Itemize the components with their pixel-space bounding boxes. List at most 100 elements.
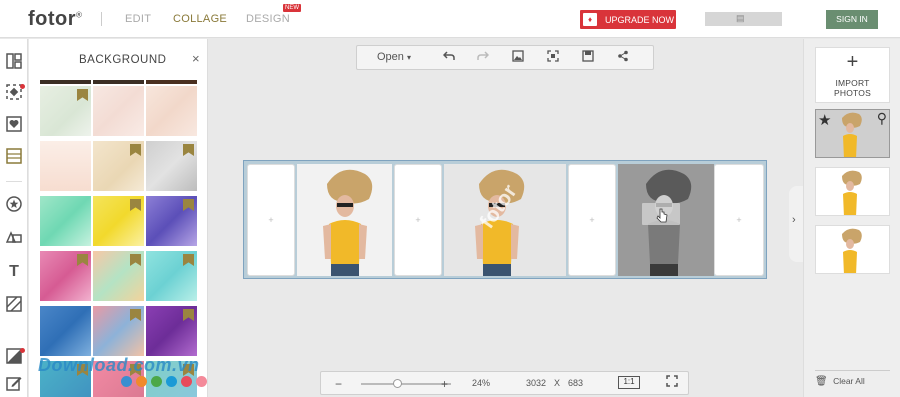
open-menu[interactable]: Open ▾ [377, 51, 411, 63]
photos-panel: + IMPORT PHOTOS ★ ⚲ 🗑 Clear All [803, 39, 900, 397]
empty-photo-slot[interactable]: + [568, 164, 616, 276]
plus-icon: + [846, 51, 859, 73]
import-photos-button[interactable]: + IMPORT PHOTOS [815, 47, 890, 103]
fullscreen-icon[interactable] [666, 375, 678, 390]
upgrade-button[interactable]: ♦ UPGRADE NOW [580, 10, 676, 29]
premium-bookmark-icon [183, 144, 194, 156]
background-tile[interactable] [40, 86, 91, 136]
diamond-icon: ♦ [583, 13, 597, 26]
zoom-slider-knob[interactable] [393, 379, 402, 388]
background-tile[interactable] [93, 196, 144, 246]
zoom-slider[interactable] [361, 379, 451, 388]
panel-title: BACKGROUND [79, 54, 167, 66]
background-tile[interactable] [146, 306, 197, 356]
redo-icon[interactable] [475, 50, 491, 66]
background-tile[interactable] [40, 306, 91, 356]
file-icon: ▤ [736, 13, 745, 23]
premium-bookmark-icon [130, 144, 141, 156]
undo-icon[interactable] [441, 50, 457, 66]
import-label: IMPORT PHOTOS [834, 78, 871, 98]
close-icon[interactable]: × [192, 51, 200, 66]
background-tile[interactable] [146, 80, 197, 84]
divider [815, 370, 890, 371]
edit-icon[interactable] [4, 375, 24, 395]
star-icon[interactable] [4, 196, 24, 216]
photo-thumbnail[interactable]: ★ ⚲ [815, 109, 890, 158]
empty-photo-slot[interactable]: + [247, 164, 295, 276]
tool-divider [6, 181, 22, 182]
background-tile[interactable] [146, 141, 197, 191]
background-tile[interactable] [93, 251, 144, 301]
fotor-logo[interactable]: fotor® [28, 8, 82, 31]
share-icon[interactable] [615, 50, 631, 66]
signin-button[interactable]: SIGN IN [826, 10, 878, 29]
zoom-magnifier-icon[interactable]: ⚲ [877, 110, 887, 127]
watermark-dot [166, 376, 177, 387]
chevron-right-icon: › [792, 214, 796, 226]
watermark-dot [121, 376, 132, 387]
image-icon[interactable] [510, 50, 526, 66]
zoom-in-button[interactable]: + [441, 377, 448, 391]
dimension-separator: X [554, 378, 561, 388]
background-tile[interactable] [93, 306, 144, 356]
photo-slot[interactable] [297, 164, 392, 276]
heart-icon[interactable] [4, 116, 24, 136]
background-tile[interactable] [40, 196, 91, 246]
favorite-star-icon[interactable]: ★ [818, 111, 831, 129]
clear-all-button[interactable]: 🗑 Clear All [815, 370, 890, 387]
premium-bookmark-icon [130, 199, 141, 211]
watermark-dot [151, 376, 162, 387]
woman-photo [444, 164, 566, 276]
photo-slot[interactable] [444, 164, 566, 276]
watermark-dot [181, 376, 192, 387]
save-icon[interactable] [580, 50, 596, 66]
background-tile[interactable] [146, 251, 197, 301]
woman-photo [323, 169, 373, 276]
collapse-tab[interactable]: › [789, 186, 803, 262]
pattern-icon[interactable] [4, 296, 24, 316]
new-badge: NEW [283, 4, 301, 12]
watermark-dot [136, 376, 147, 387]
nav-divider [101, 12, 102, 26]
notification-dot [20, 84, 25, 89]
fit-icon[interactable] [545, 50, 561, 66]
canvas-height: 683 [568, 378, 584, 388]
background-tile[interactable] [93, 80, 144, 84]
notification-dot [20, 348, 25, 353]
background-tile[interactable] [40, 251, 91, 301]
premium-bookmark-icon [183, 309, 194, 321]
premium-bookmark-icon [77, 89, 88, 101]
background-icon[interactable] [4, 148, 24, 168]
shapes-icon[interactable] [4, 229, 24, 249]
drag-handle[interactable] [642, 203, 680, 225]
account-placeholder[interactable]: ▤ [705, 12, 782, 26]
canvas-toolbar: Open ▾ [356, 45, 654, 70]
actual-size-button[interactable]: 1:1 [618, 376, 640, 389]
top-bar: fotor® EDIT COLLAGE DESIGN NEW ♦ UPGRADE… [0, 0, 900, 38]
layout-icon[interactable] [4, 53, 24, 73]
nav-edit[interactable]: EDIT [125, 13, 151, 25]
site-watermark: Download.com.vn [38, 355, 200, 375]
zoom-bar: − + 24% 3032 X 683 1:1 [320, 371, 689, 395]
empty-photo-slot[interactable]: + [394, 164, 442, 276]
nav-collage[interactable]: COLLAGE [173, 13, 227, 25]
zoom-out-button[interactable]: − [335, 377, 342, 391]
background-tile[interactable] [93, 141, 144, 191]
upgrade-label: UPGRADE NOW [605, 14, 675, 25]
background-tile[interactable] [93, 86, 144, 136]
background-tile[interactable] [146, 196, 197, 246]
background-tile[interactable] [40, 141, 91, 191]
photo-thumbnail[interactable] [815, 225, 890, 274]
background-tile[interactable] [40, 80, 91, 84]
text-icon[interactable]: T [4, 262, 24, 282]
watermark-dot [196, 376, 207, 387]
background-panel: BACKGROUND × [29, 39, 208, 397]
trash-icon: 🗑 [815, 376, 828, 387]
chevron-down-icon: ▾ [406, 53, 411, 62]
background-tile[interactable] [146, 86, 197, 136]
premium-bookmark-icon [130, 254, 141, 266]
photo-thumbnail[interactable] [815, 167, 890, 216]
empty-photo-slot[interactable]: + [714, 164, 764, 276]
collage-canvas[interactable]: + + + + [243, 160, 767, 279]
nav-design[interactable]: DESIGN [246, 13, 290, 25]
